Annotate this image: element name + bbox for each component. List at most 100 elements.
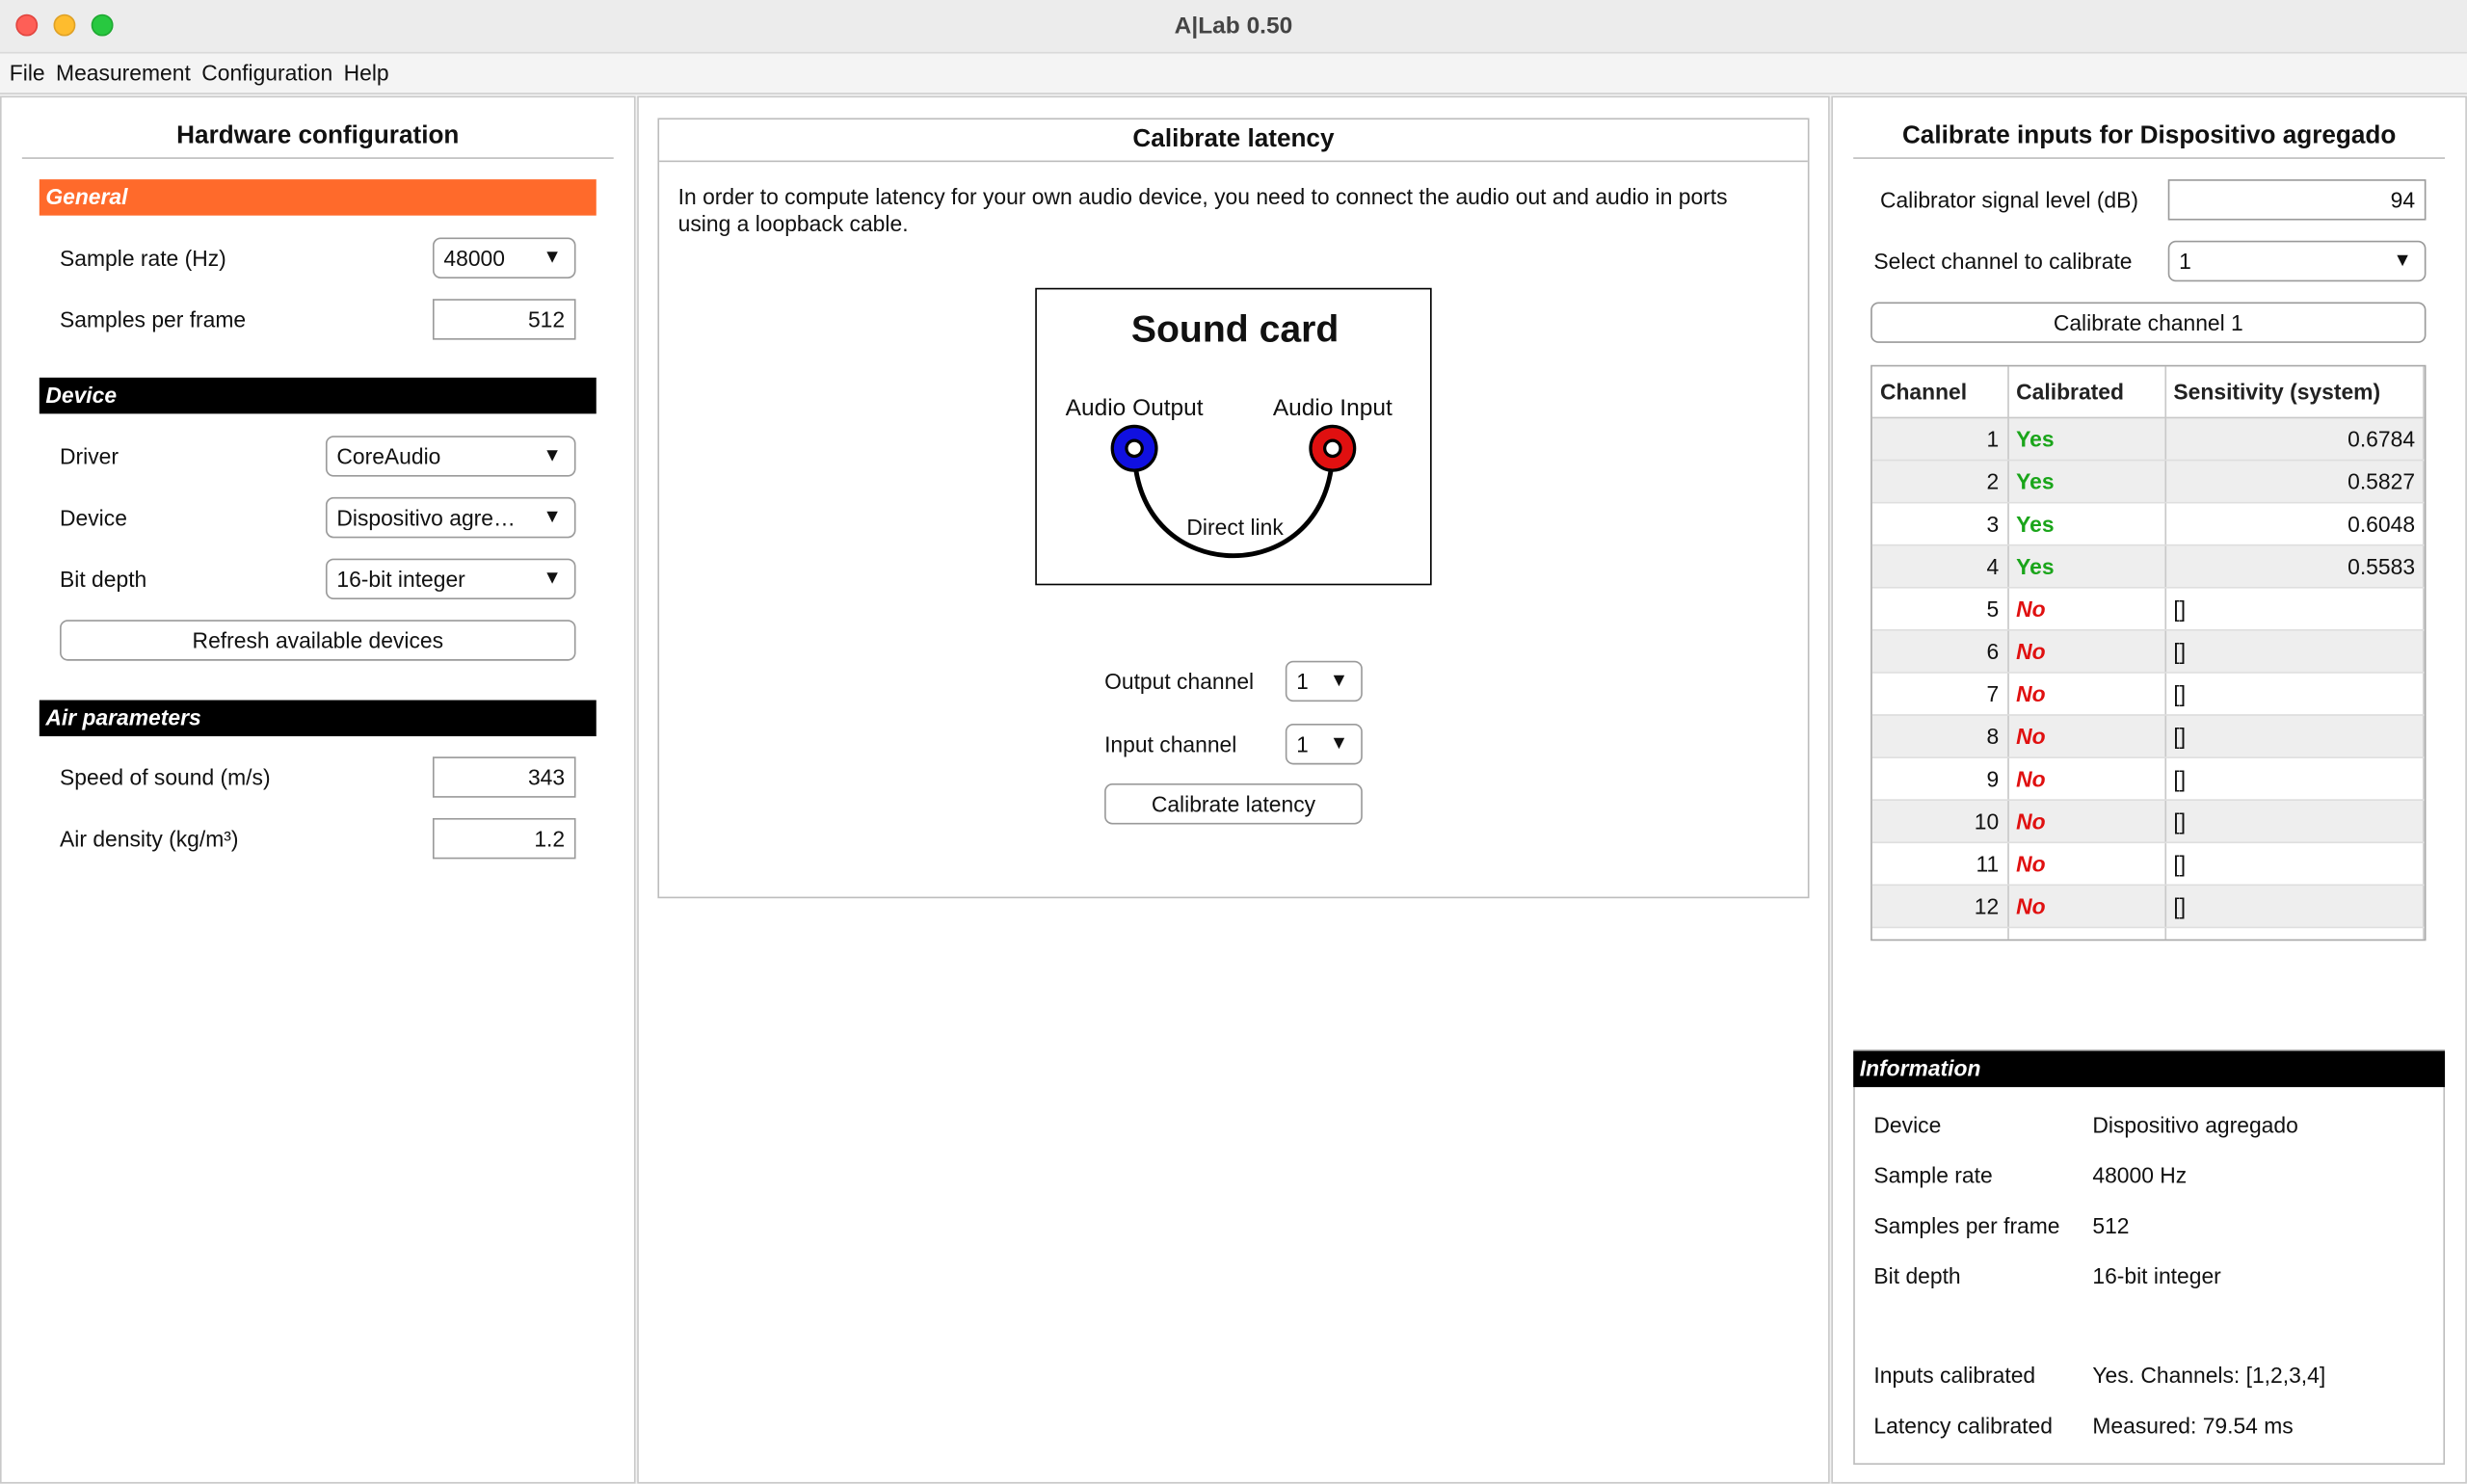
calibrated-cell: No bbox=[2007, 756, 2166, 801]
sensitivity-cell: 0.5583 bbox=[2164, 543, 2425, 588]
sensitivity-cell: [] bbox=[2164, 841, 2425, 886]
divider bbox=[1853, 157, 2446, 159]
bit-depth-value: 16-bit integer bbox=[336, 566, 465, 592]
sample-rate-value: 48000 bbox=[443, 245, 505, 271]
table-row[interactable]: 7 No [] bbox=[1871, 672, 2425, 716]
table-row[interactable]: 2 Yes 0.5827 bbox=[1871, 459, 2425, 503]
sensitivity-cell: [] bbox=[2164, 714, 2425, 758]
table-row[interactable]: 6 No [] bbox=[1871, 629, 2425, 673]
sample-rate-select[interactable]: 48000 ▼ bbox=[432, 237, 576, 278]
output-channel-value: 1 bbox=[1296, 669, 1307, 694]
loopback-cable bbox=[1131, 448, 1336, 558]
menu-configuration[interactable]: Configuration bbox=[196, 54, 337, 85]
input-channel-label: Input channel bbox=[1104, 731, 1237, 757]
samples-per-frame-input[interactable]: 512 bbox=[432, 299, 576, 340]
sound-card-title: Sound card bbox=[1130, 307, 1340, 352]
menu-help[interactable]: Help bbox=[337, 54, 393, 85]
channel-cell: 6 bbox=[1871, 629, 2009, 673]
device-section-header: Device bbox=[39, 377, 597, 414]
channel-cell: 10 bbox=[1871, 799, 2009, 843]
latency-title: Calibrate latency bbox=[1132, 125, 1335, 153]
info-latency-calibrated-label: Latency calibrated bbox=[1873, 1413, 2053, 1439]
sensitivity-cell: 0.6048 bbox=[2164, 501, 2425, 545]
input-channel-select[interactable]: 1▼ bbox=[1285, 723, 1363, 765]
channel-cell: 8 bbox=[1871, 714, 2009, 758]
device-label: Device bbox=[60, 505, 127, 531]
table-row[interactable]: 8 No [] bbox=[1871, 714, 2425, 758]
air-density-input[interactable]: 1.2 bbox=[432, 817, 576, 860]
table-row[interactable]: 1 Yes 0.6784 bbox=[1871, 416, 2425, 461]
bit-depth-select[interactable]: 16-bit integer ▼ bbox=[325, 558, 576, 600]
info-samples-per-frame-label: Samples per frame bbox=[1873, 1212, 2060, 1238]
calibrated-cell: No bbox=[2007, 672, 2166, 716]
sensitivity-cell: [] bbox=[2164, 756, 2425, 801]
direct-link-label: Direct link bbox=[1186, 514, 1284, 540]
menu-measurement[interactable]: Measurement bbox=[50, 54, 196, 85]
table-row[interactable]: 5 No [] bbox=[1871, 586, 2425, 630]
sensitivity-cell: 0.5827 bbox=[2164, 459, 2425, 503]
menu-file[interactable]: File bbox=[0, 54, 50, 85]
channel-cell: 5 bbox=[1871, 586, 2009, 630]
calibrated-cell: No bbox=[2007, 799, 2166, 843]
inputs-title: Calibrate inputs for Dispositivo agregad… bbox=[1901, 122, 2397, 150]
output-channel-select[interactable]: 1▼ bbox=[1285, 660, 1363, 702]
calibrated-cell: No bbox=[2007, 629, 2166, 673]
sensitivity-cell: [] bbox=[2164, 926, 2425, 940]
column-header-channel[interactable]: Channel bbox=[1871, 366, 2009, 418]
sound-card-diagram: Sound card Audio Output Audio Input Dire… bbox=[1035, 287, 1432, 586]
table-row[interactable]: 10 No [] bbox=[1871, 799, 2425, 843]
sensitivity-cell: [] bbox=[2164, 799, 2425, 843]
calibration-table[interactable]: Channel Calibrated Sensitivity (system) … bbox=[1870, 364, 2427, 941]
channel-cell: 3 bbox=[1871, 501, 2009, 545]
table-row[interactable]: 13 No [] bbox=[1871, 926, 2425, 940]
bit-depth-label: Bit depth bbox=[60, 566, 147, 592]
output-channel-label: Output channel bbox=[1104, 668, 1255, 694]
channel-cell: 9 bbox=[1871, 756, 2009, 801]
device-value: Dispositivo agregado bbox=[336, 505, 520, 531]
calibrated-cell: No bbox=[2007, 586, 2166, 630]
sensitivity-cell: 0.6784 bbox=[2164, 416, 2425, 461]
general-section-header: General bbox=[39, 179, 597, 216]
device-select[interactable]: Dispositivo agregado ▼ bbox=[325, 496, 576, 539]
channel-to-calibrate-select[interactable]: 1 ▼ bbox=[2167, 240, 2427, 282]
signal-level-label: Calibrator signal level (dB) bbox=[1879, 187, 2139, 213]
speed-of-sound-label: Speed of sound (m/s) bbox=[60, 764, 271, 790]
table-row[interactable]: 3 Yes 0.6048 bbox=[1871, 501, 2425, 545]
driver-value: CoreAudio bbox=[336, 443, 441, 469]
signal-level-input[interactable]: 94 bbox=[2167, 179, 2427, 221]
samples-per-frame-label: Samples per frame bbox=[60, 306, 247, 332]
info-bit-depth-value: 16-bit integer bbox=[2092, 1262, 2221, 1289]
table-row[interactable]: 9 No [] bbox=[1871, 756, 2425, 801]
table-row[interactable]: 12 No [] bbox=[1871, 884, 2425, 928]
sensitivity-cell: [] bbox=[2164, 672, 2425, 716]
table-row[interactable]: 11 No [] bbox=[1871, 841, 2425, 886]
calibrated-cell: No bbox=[2007, 714, 2166, 758]
calibrate-latency-button[interactable]: Calibrate latency bbox=[1104, 783, 1363, 825]
title-bar: A|Lab 0.50 bbox=[0, 0, 2467, 54]
calibrated-cell: No bbox=[2007, 884, 2166, 928]
channel-cell: 2 bbox=[1871, 459, 2009, 503]
input-channel-value: 1 bbox=[1296, 731, 1307, 756]
sensitivity-cell: [] bbox=[2164, 629, 2425, 673]
dropdown-arrow-icon: ▼ bbox=[543, 566, 562, 589]
information-header: Information bbox=[1853, 1050, 2446, 1088]
dropdown-arrow-icon: ▼ bbox=[543, 443, 562, 466]
calibrated-cell: Yes bbox=[2007, 501, 2166, 545]
info-device-label: Device bbox=[1873, 1112, 1942, 1138]
driver-select[interactable]: CoreAudio ▼ bbox=[325, 436, 576, 477]
menu-bar: File Measurement Configuration Help bbox=[0, 53, 2467, 94]
sample-rate-label: Sample rate (Hz) bbox=[60, 245, 226, 271]
hardware-title: Hardware configuration bbox=[176, 122, 460, 150]
channel-cell: 7 bbox=[1871, 672, 2009, 716]
column-header-calibrated[interactable]: Calibrated bbox=[2007, 366, 2166, 418]
column-header-sensitivity[interactable]: Sensitivity (system) bbox=[2164, 366, 2425, 418]
channel-to-calibrate-value: 1 bbox=[2179, 248, 2191, 275]
channel-cell: 11 bbox=[1871, 841, 2009, 886]
table-row[interactable]: 4 Yes 0.5583 bbox=[1871, 543, 2425, 588]
channel-cell: 1 bbox=[1871, 416, 2009, 461]
latency-description: In order to compute latency for your own… bbox=[677, 184, 1728, 236]
speed-of-sound-input[interactable]: 343 bbox=[432, 756, 576, 798]
calibrated-cell: No bbox=[2007, 926, 2166, 940]
calibrate-channel-button[interactable]: Calibrate channel 1 bbox=[1870, 302, 2427, 343]
refresh-devices-button[interactable]: Refresh available devices bbox=[60, 620, 576, 661]
